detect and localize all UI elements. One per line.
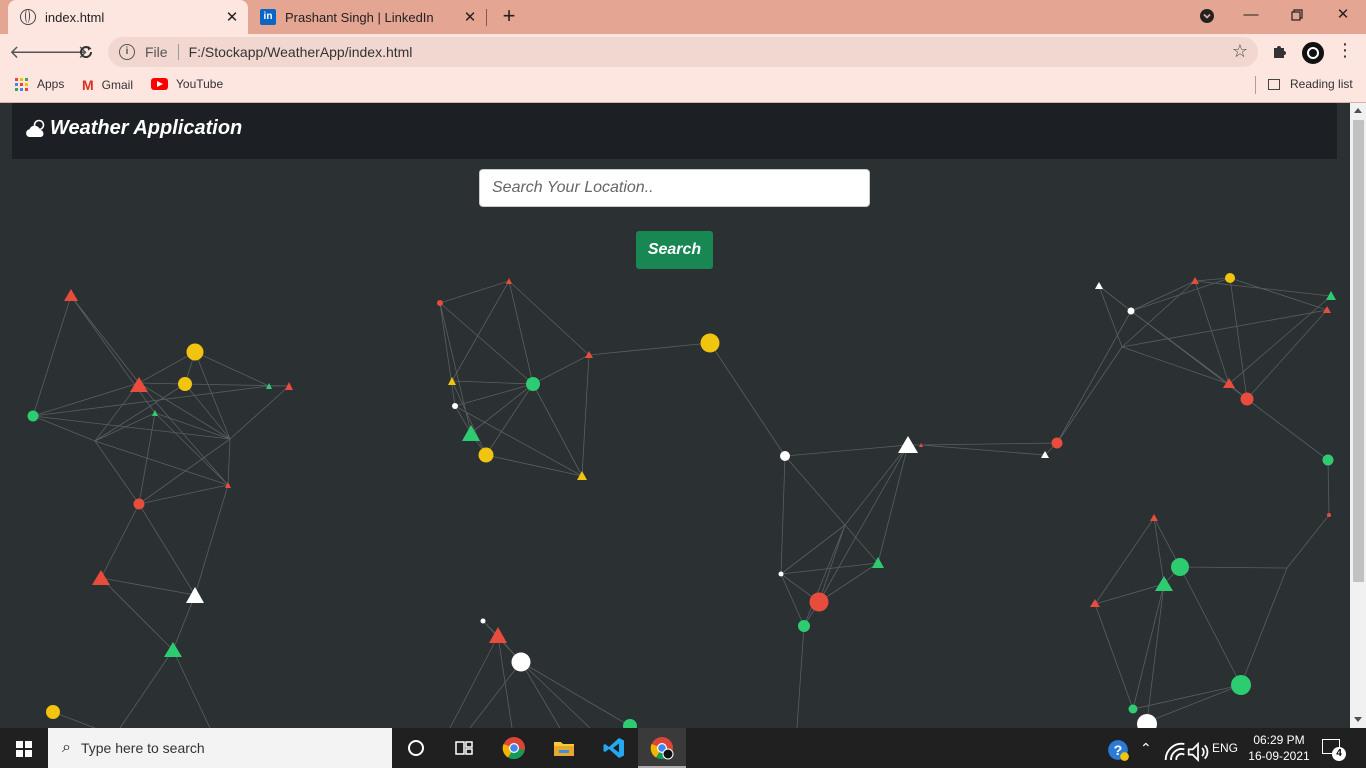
reload-button[interactable] [73,40,99,66]
bookmark-label: Apps [37,77,65,91]
app-title: Weather Application [50,117,243,139]
location-search-input[interactable] [479,169,870,207]
restore-button[interactable] [1274,0,1320,32]
forward-button[interactable]: 🡒 [40,40,88,66]
globe-icon [20,9,36,25]
browser-tab-bar: index.html ✕ in Prashant Singh | LinkedI… [0,0,1366,34]
youtube-icon [151,78,168,90]
scheme-label: File [145,44,168,60]
bookmarks-bar: Apps M Gmail YouTube Reading list [0,70,1366,103]
windows-start-icon[interactable] [16,741,32,757]
new-tab-button[interactable]: + [498,5,520,27]
scroll-up-arrow-icon[interactable] [1354,108,1362,113]
bookmarks-separator [1255,76,1256,94]
cortana-icon[interactable] [404,736,428,760]
tab-title: index.html [45,9,105,25]
app-brand[interactable]: Weather Application [24,117,242,140]
file-explorer-icon[interactable] [552,736,576,760]
search-icon: ⌕ [62,739,71,756]
active-taskbar-app[interactable] [638,728,686,768]
tab-linkedin[interactable]: in Prashant Singh | LinkedIn ✕ [250,0,486,34]
back-button[interactable]: 🡐 [9,40,57,66]
task-view-icon[interactable] [452,736,476,760]
linkedin-icon: in [260,9,276,25]
chrome-icon[interactable] [502,736,526,760]
tab-index-html[interactable]: index.html ✕ [8,0,248,34]
app-navbar: Weather Application [12,103,1337,159]
language-indicator[interactable]: ENG [1212,728,1238,768]
scroll-down-arrow-icon[interactable] [1354,717,1362,722]
close-tab-icon[interactable]: ✕ [460,8,480,26]
network-icon[interactable] [1163,740,1187,764]
tab-search-button[interactable] [1184,0,1230,32]
web-page: Weather Application Search [0,103,1350,728]
tab-title: Prashant Singh | LinkedIn [285,9,434,25]
extensions-puzzle-icon[interactable] [1271,42,1289,60]
bookmark-youtube[interactable]: YouTube [151,77,223,91]
chevron-down-circle-icon [1200,9,1214,23]
address-bar[interactable]: i File F:/Stockapp/WeatherApp/index.html… [108,37,1258,67]
reload-icon [80,46,93,59]
close-window-button[interactable]: ✕ [1320,0,1366,32]
vscode-icon[interactable] [602,736,626,760]
minimize-button[interactable]: — [1228,0,1274,32]
close-tab-icon[interactable]: ✕ [222,8,242,26]
url-text[interactable]: F:/Stockapp/WeatherApp/index.html [189,44,413,60]
windows-taskbar: ⌕ Type here to search ? ⌃ ENG 06:29 PM 1… [0,728,1366,768]
reading-list-icon [1268,78,1280,90]
taskbar-search-box[interactable]: ⌕ Type here to search [48,728,392,768]
bookmark-apps[interactable]: Apps [15,77,64,91]
help-icon[interactable]: ? [1106,738,1130,762]
volume-icon[interactable] [1186,740,1210,764]
restore-icon [1291,9,1303,21]
clock-time: 06:29 PM [1253,733,1305,747]
omnibox-separator [177,44,179,60]
chrome-profile-icon [650,737,674,760]
chevron-up-icon[interactable]: ⌃ [1140,728,1152,768]
profile-avatar[interactable] [1300,40,1326,66]
reading-list-label: Reading list [1290,77,1353,91]
tab-separator [486,9,487,26]
cloud-sun-icon [26,119,45,137]
kebab-menu-icon[interactable]: ⋮ [1336,40,1354,61]
info-icon[interactable]: i [119,44,135,60]
bookmark-star-icon[interactable]: ☆ [1232,41,1248,62]
system-clock[interactable]: 06:29 PM 16-09-2021 [1248,732,1310,764]
bookmark-gmail[interactable]: M Gmail [82,77,133,93]
reading-list-button[interactable]: Reading list [1268,77,1353,91]
search-button[interactable]: Search [636,231,713,269]
gmail-icon: M [82,77,94,93]
page-scrollbar[interactable] [1350,103,1366,728]
scroll-thumb[interactable] [1353,120,1364,582]
bookmark-label: Gmail [101,78,134,92]
taskbar-search-placeholder: Type here to search [80,740,205,756]
bookmark-label: YouTube [176,77,224,91]
clock-date: 16-09-2021 [1248,749,1310,763]
browser-toolbar: 🡐 🡒 i File F:/Stockapp/WeatherApp/index.… [0,34,1366,70]
notification-count-badge: 4 [1332,747,1346,761]
apps-grid-icon [15,77,28,91]
